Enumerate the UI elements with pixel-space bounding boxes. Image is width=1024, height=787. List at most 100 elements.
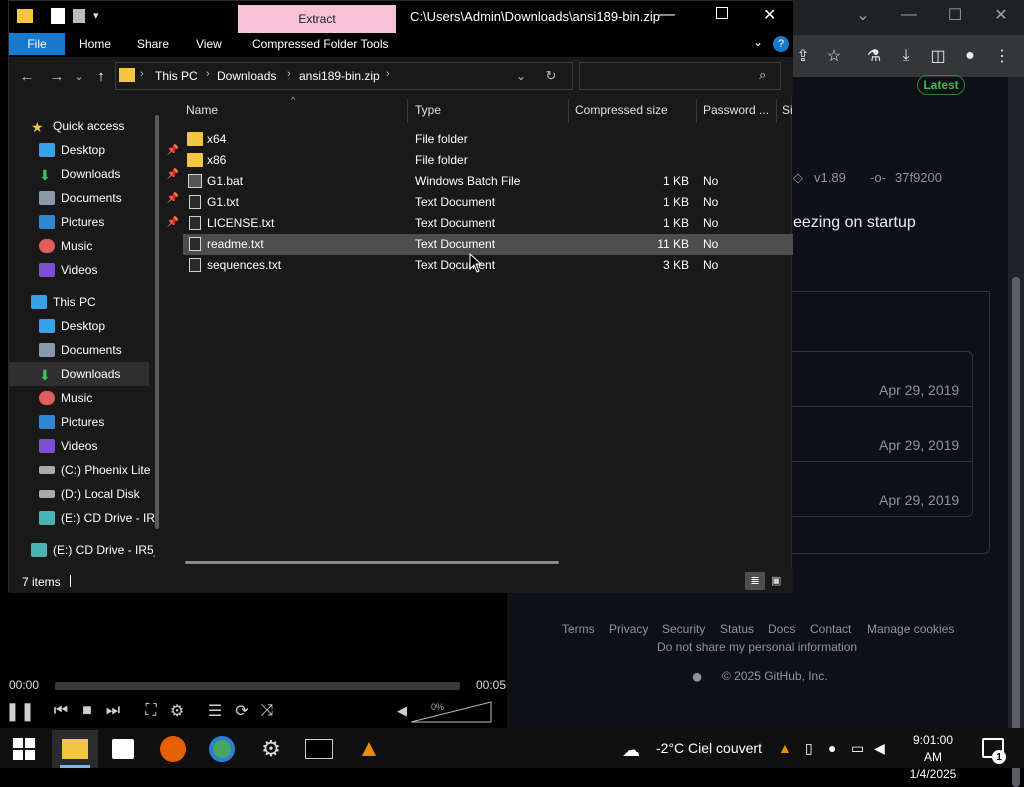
bookmark-star-icon[interactable]: ☆ xyxy=(822,44,846,68)
close-button[interactable]: ✕ xyxy=(763,5,776,25)
nav-drive-e[interactable]: (E:) CD Drive - IR xyxy=(39,506,155,530)
forward-button[interactable]: → xyxy=(45,65,69,87)
nav-drive-c[interactable]: (C:) Phoenix Lite xyxy=(39,458,155,482)
pause-button[interactable]: ❚❚ xyxy=(5,698,35,724)
browser-expand-icon[interactable]: ⌄ xyxy=(840,0,886,30)
fullscreen-button[interactable]: ⛶ xyxy=(138,698,164,724)
file-row[interactable]: G1.bat Windows Batch File 1 KB No xyxy=(183,171,793,192)
weather-cloud-icon[interactable]: ☁ xyxy=(622,740,640,761)
details-view-button[interactable]: ≣ xyxy=(745,572,765,590)
nav-quick-access[interactable]: ★ Quick access xyxy=(31,114,171,138)
help-icon[interactable]: ? xyxy=(773,36,789,52)
volume-icon[interactable]: ◀ xyxy=(392,698,412,724)
nav-pc-downloads[interactable]: ⬇ Downloads xyxy=(9,362,149,386)
up-button[interactable]: ↑ xyxy=(89,65,113,87)
large-icons-view-button[interactable]: ▣ xyxy=(771,574,781,587)
firefox-icon[interactable] xyxy=(155,732,191,766)
tab-file[interactable]: File xyxy=(9,33,65,55)
usb-icon[interactable]: ▯ xyxy=(805,740,813,757)
customize-quick-access-icon[interactable]: ▾ xyxy=(93,9,99,22)
chevron-right-icon[interactable]: › xyxy=(386,68,390,80)
back-button[interactable]: ← xyxy=(15,65,39,87)
file-row[interactable]: LICENSE.txt Text Document 1 KB No xyxy=(183,213,793,234)
horizontal-scrollbar[interactable] xyxy=(185,561,559,564)
release-commit[interactable]: 37f9200 xyxy=(895,170,942,185)
browser-menu-icon[interactable]: ⋮ xyxy=(990,44,1014,68)
start-button[interactable] xyxy=(6,732,42,766)
footer-privacy-text[interactable]: Do not share my personal information xyxy=(657,640,857,654)
refresh-icon[interactable]: ↻ xyxy=(539,65,563,87)
tab-compressed-folder-tools[interactable]: Compressed Folder Tools xyxy=(252,37,389,51)
speaker-icon[interactable]: ◀ xyxy=(874,740,885,757)
chevron-right-icon[interactable]: › xyxy=(140,68,144,80)
new-folder-icon[interactable] xyxy=(73,9,85,23)
file-row[interactable]: G1.txt Text Document 1 KB No xyxy=(183,192,793,213)
vlc-tray-icon[interactable]: ▲ xyxy=(778,740,792,756)
nav-drive-d[interactable]: (D:) Local Disk xyxy=(39,482,155,506)
file-row[interactable]: x86 File folder xyxy=(183,150,793,171)
column-compressed-size[interactable]: Compressed size xyxy=(575,103,668,117)
chevron-right-icon[interactable]: › xyxy=(206,68,210,80)
footer-security-link[interactable]: Security xyxy=(662,622,705,636)
column-separator[interactable] xyxy=(696,99,697,123)
github-logo-icon[interactable]: ● xyxy=(691,666,703,689)
tab-share[interactable]: Share xyxy=(137,37,169,51)
maximize-button[interactable] xyxy=(716,7,728,19)
column-separator[interactable] xyxy=(568,99,569,123)
footer-cookies-link[interactable]: Manage cookies xyxy=(867,622,954,636)
microphone-icon[interactable]: ● xyxy=(828,740,836,756)
footer-contact-link[interactable]: Contact xyxy=(810,622,851,636)
column-size[interactable]: Si xyxy=(782,103,792,117)
search-input[interactable] xyxy=(579,62,781,90)
column-separator[interactable] xyxy=(776,99,777,123)
sidepanel-icon[interactable]: ◫ xyxy=(926,44,950,68)
file-explorer-taskbar-icon[interactable] xyxy=(57,732,93,766)
extension-icon[interactable]: ⚗ xyxy=(862,44,886,68)
breadcrumb-this-pc[interactable]: This PC xyxy=(155,69,198,83)
extended-settings-button[interactable]: ⚙ xyxy=(164,698,190,724)
browser-close-button[interactable]: ✕ xyxy=(978,0,1024,30)
address-dropdown-icon[interactable]: ⌄ xyxy=(509,65,533,87)
column-separator[interactable] xyxy=(407,99,408,123)
chevron-right-icon[interactable]: › xyxy=(287,68,291,80)
playlist-button[interactable]: ☰ xyxy=(202,698,228,724)
nav-cd-drive[interactable]: (E:) CD Drive - IR5_ xyxy=(31,538,155,562)
chrome-icon[interactable] xyxy=(204,732,240,766)
store-icon[interactable] xyxy=(105,732,141,766)
extract-tab[interactable]: Extract xyxy=(238,5,396,33)
vlc-icon[interactable]: ▲ xyxy=(351,732,387,766)
stop-button[interactable]: ■ xyxy=(74,698,100,724)
network-icon[interactable]: ▭ xyxy=(851,740,864,757)
breadcrumb-downloads[interactable]: Downloads xyxy=(217,69,276,83)
footer-status-link[interactable]: Status xyxy=(720,622,754,636)
tab-view[interactable]: View xyxy=(196,37,222,51)
file-row[interactable]: x64 File folder xyxy=(183,129,793,150)
properties-icon[interactable] xyxy=(51,8,65,24)
next-button[interactable]: ⏭ xyxy=(100,698,126,724)
file-row[interactable]: readme.txt Text Document 11 KB No xyxy=(183,234,793,255)
tab-home[interactable]: Home xyxy=(79,37,111,51)
settings-gear-icon[interactable]: ⚙ xyxy=(253,732,289,766)
chevron-down-icon[interactable]: ⌄ xyxy=(753,35,763,49)
column-password[interactable]: Password ... xyxy=(703,103,769,117)
browser-maximize-button[interactable]: ☐ xyxy=(932,0,978,30)
share-icon[interactable]: ⇪ xyxy=(791,44,815,68)
release-tag[interactable]: v1.89 xyxy=(814,170,846,185)
seek-bar[interactable] xyxy=(55,682,460,690)
column-type[interactable]: Type xyxy=(415,103,441,117)
nav-scrollbar[interactable] xyxy=(155,115,159,529)
terminal-icon[interactable] xyxy=(301,732,337,766)
minimize-button[interactable]: — xyxy=(659,6,675,24)
shuffle-button[interactable]: ⤨ xyxy=(254,698,280,724)
column-name[interactable]: Name xyxy=(186,103,218,117)
download-icon[interactable]: ⤓ xyxy=(894,44,918,68)
profile-icon[interactable]: ● xyxy=(958,44,982,68)
nav-this-pc[interactable]: This PC xyxy=(31,290,171,314)
browser-scrollbar[interactable] xyxy=(1008,77,1024,787)
previous-button[interactable]: ⏮ xyxy=(48,698,74,724)
loop-button[interactable]: ⟳ xyxy=(229,698,255,724)
recent-locations-icon[interactable]: ⌄ xyxy=(67,65,91,87)
footer-terms-link[interactable]: Terms xyxy=(562,622,595,636)
clock[interactable]: 9:01:00 AM 1/4/2025 xyxy=(903,732,963,783)
weather-text[interactable]: -2°C Ciel couvert xyxy=(656,740,762,756)
